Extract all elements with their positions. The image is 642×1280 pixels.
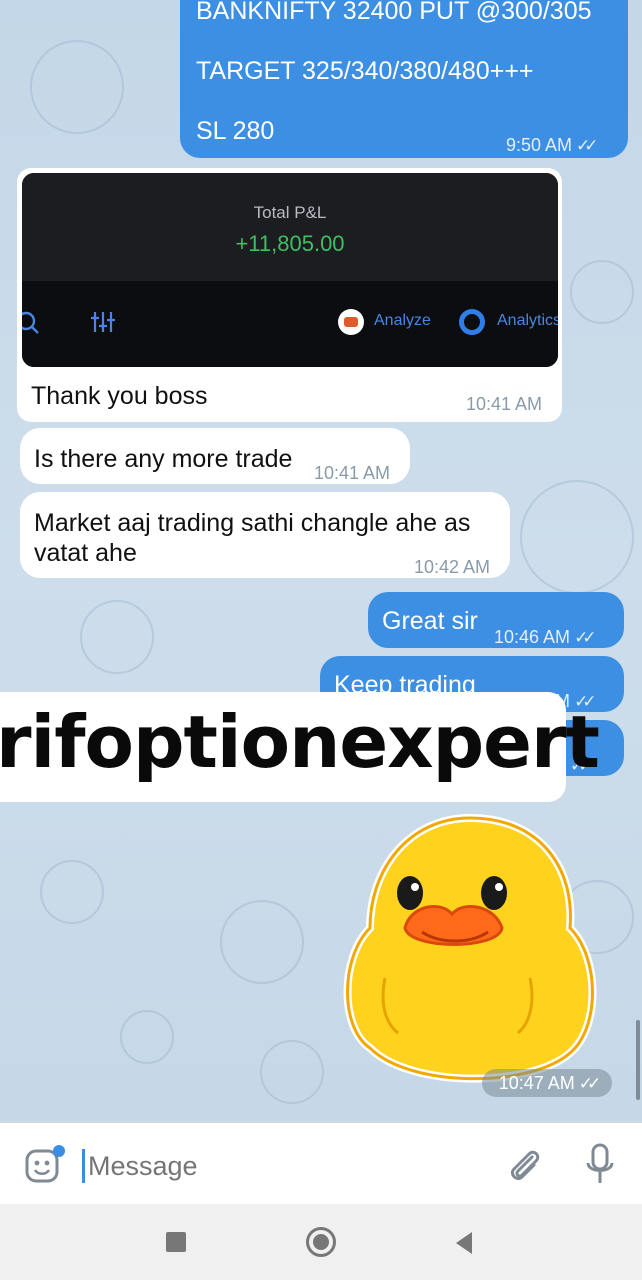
system-navigation-bar bbox=[0, 1204, 642, 1280]
outgoing-message[interactable]: Great sir 10:46 AM ✓✓ bbox=[368, 592, 624, 648]
emoji-sticker-icon[interactable] bbox=[24, 1145, 66, 1185]
sticker-time: 10:47 AM ✓✓ bbox=[482, 1069, 612, 1097]
analytics-icon bbox=[459, 309, 485, 335]
message-text: Great sir bbox=[382, 607, 478, 635]
input-cursor bbox=[82, 1149, 85, 1183]
analyze-icon bbox=[338, 309, 364, 335]
mic-icon[interactable] bbox=[584, 1143, 616, 1187]
message-time: 10:46 AM✓✓ bbox=[494, 627, 596, 647]
message-text: Is there any more trade bbox=[34, 445, 293, 473]
message-time: 10:41 AM bbox=[314, 463, 391, 483]
incoming-message[interactable]: Is there any more trade 10:41 AM bbox=[20, 428, 410, 484]
pnl-label: Total P&L bbox=[253, 203, 327, 222]
nav-home-icon[interactable] bbox=[306, 1227, 336, 1257]
duck-sticker[interactable] bbox=[330, 808, 630, 1098]
signal-line-3: SL 280 bbox=[196, 117, 275, 145]
scrollbar[interactable] bbox=[636, 1020, 640, 1100]
nav-back-icon[interactable] bbox=[452, 1230, 476, 1256]
analyze-label: Analyze bbox=[374, 312, 431, 329]
outgoing-message-signal[interactable]: BANKNIFTY 32400 PUT @300/305 TARGET 325/… bbox=[180, 0, 628, 158]
filter-icon bbox=[91, 312, 115, 332]
pnl-value: +11,805.00 bbox=[235, 231, 345, 256]
nav-square-icon[interactable] bbox=[166, 1232, 186, 1252]
screenshot-time: 10:41 AM bbox=[466, 394, 543, 414]
search-icon bbox=[22, 311, 39, 334]
pnl-screenshot-image[interactable]: Total P&L +11,805.00 Analyze Analytics bbox=[22, 173, 558, 367]
message-text-line-1: Market aaj trading sathi changle ahe as bbox=[34, 509, 471, 537]
signal-line-1: BANKNIFTY 32400 PUT @300/305 bbox=[196, 0, 592, 25]
double-check-icon: ✓✓ bbox=[574, 628, 596, 647]
attach-icon[interactable] bbox=[506, 1147, 544, 1185]
double-check-icon: ✓✓ bbox=[576, 136, 598, 155]
message-input[interactable] bbox=[86, 1145, 470, 1187]
screenshot-caption: Thank you boss bbox=[31, 382, 208, 410]
watermark-text: rifoptionexpert bbox=[0, 700, 600, 784]
signal-line-2: TARGET 325/340/380/480+++ bbox=[196, 57, 534, 85]
incoming-message[interactable]: Market aaj trading sathi changle ahe as … bbox=[20, 492, 510, 578]
double-check-icon: ✓✓ bbox=[578, 1074, 601, 1093]
message-time: 9:50 AM ✓✓ bbox=[506, 135, 598, 155]
message-input-bar bbox=[0, 1122, 642, 1205]
message-time: 10:42 AM bbox=[414, 557, 491, 577]
message-text-line-2: vatat ahe bbox=[34, 539, 137, 567]
analytics-label: Analytics bbox=[497, 312, 558, 329]
